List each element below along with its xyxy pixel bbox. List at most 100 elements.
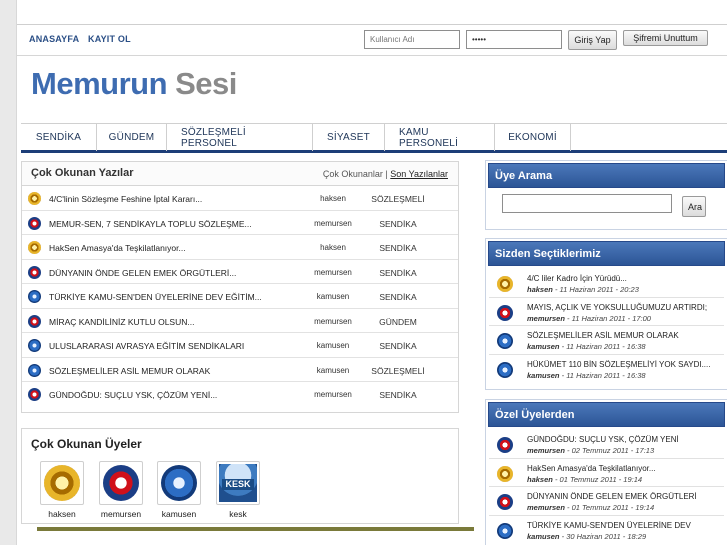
nav-item-ekonomi[interactable]: EKONOMİ — [495, 124, 571, 151]
special-title[interactable]: HakSen Amasya'da Teşkilatlanıyor... — [527, 464, 656, 473]
tab-latest[interactable]: Son Yazılanlar — [390, 169, 448, 179]
post-user[interactable]: memursen — [308, 390, 358, 399]
list-item[interactable]: HakSen Amasya'da Teşkilatlanıyor... hakse… — [22, 235, 458, 260]
member-avatar[interactable]: KESK — [216, 461, 260, 505]
password-input[interactable] — [466, 30, 562, 49]
post-title[interactable]: GÜNDOĞDU: SUÇLU YSK, ÇÖZÜM YENİ... — [49, 390, 217, 400]
pick-user[interactable]: memursen — [527, 314, 565, 323]
member-name[interactable]: kamusen — [157, 509, 201, 519]
post-category[interactable]: GÜNDEM — [367, 317, 429, 327]
special-title[interactable]: TÜRKİYE KAMU-SEN'DEN ÜYELERİNE DEV — [527, 521, 691, 530]
post-category[interactable]: SENDİKA — [367, 341, 429, 351]
post-user[interactable]: haksen — [308, 194, 358, 203]
kesk-badge-text: KESK — [222, 479, 254, 490]
post-title[interactable]: MİRAÇ KANDİLİNİZ KUTLU OLSUN... — [49, 317, 194, 327]
post-title[interactable]: 4/C'linin Sözleşme Feshine İptal Kararı.… — [49, 194, 202, 204]
post-category[interactable]: SENDİKA — [367, 219, 429, 229]
special-date: - 01 Temmuz 2011 - 19:14 — [552, 474, 643, 484]
list-item[interactable]: HÜKÜMET 110 BİN SÖZLEŞMELİYİ YOK SAYDI..… — [489, 355, 724, 384]
list-item[interactable]: MİRAÇ KANDİLİNİZ KUTLU OLSUN... memursen G… — [22, 309, 458, 333]
special-meta: kamusen - 30 Haziran 2011 - 18:29 — [527, 532, 646, 541]
list-item[interactable]: 4/C'linin Sözleşme Feshine İptal Kararı.… — [22, 186, 458, 211]
post-title[interactable]: DÜNYANIN ÖNDE GELEN EMEK ÖRGÜTLERİ... — [49, 268, 236, 278]
memursen-logo-icon — [28, 216, 41, 230]
pick-meta: kamusen - 11 Haziran 2011 - 16:38 — [527, 371, 646, 380]
list-item[interactable]: SÖZLEŞMELİLER ASİL MEMUR OLARAK kamusen SÖ… — [22, 358, 458, 382]
post-title[interactable]: TÜRKİYE KAMU-SEN'DEN ÜYELERİNE DEV EĞİTİ… — [49, 292, 262, 302]
member-card[interactable]: haksen — [40, 461, 84, 519]
login-button[interactable]: Giriş Yap — [568, 30, 617, 50]
member-name[interactable]: kesk — [216, 509, 260, 519]
home-link[interactable]: ANASAYFA — [29, 34, 79, 44]
nav-item-sozlesmeli-personel[interactable]: SÖZLEŞMELİ PERSONEL — [167, 124, 313, 151]
memursen-logo-icon — [497, 304, 513, 321]
post-category[interactable]: SENDİKA — [367, 268, 429, 278]
special-title[interactable]: GÜNDOĞDU: SUÇLU YSK, ÇÖZÜM YENİ — [527, 435, 679, 444]
post-category[interactable]: SÖZLEŞMELİ — [367, 194, 429, 204]
popular-posts-title: Çok Okunan Yazılar — [31, 167, 134, 179]
top-bar: ANASAYFA KAYIT OL Giriş Yap Şifremi Unut… — [17, 24, 727, 56]
list-item[interactable]: SÖZLEŞMELİLER ASİL MEMUR OLARAK kamusen -… — [489, 326, 724, 355]
page: ANASAYFA KAYIT OL Giriş Yap Şifremi Unut… — [16, 0, 727, 545]
nav-item-siyaset[interactable]: SİYASET — [313, 124, 385, 151]
post-title[interactable]: MEMUR-SEN, 7 SENDİKAYLA TOPLU SÖZLEŞME..… — [49, 219, 252, 229]
post-user[interactable]: memursen — [308, 219, 358, 228]
register-link[interactable]: KAYIT OL — [88, 34, 131, 44]
post-user[interactable]: haksen — [308, 243, 358, 252]
username-input[interactable] — [364, 30, 460, 49]
post-category[interactable]: SENDİKA — [367, 292, 429, 302]
list-item[interactable]: TÜRKİYE KAMU-SEN'DEN ÜYELERİNE DEV EĞİTİ… — [22, 284, 458, 309]
tab-most-read[interactable]: Çok Okunanlar — [323, 169, 383, 179]
special-user[interactable]: memursen — [527, 446, 565, 455]
pick-title[interactable]: SÖZLEŞMELİLER ASİL MEMUR OLARAK — [527, 331, 679, 340]
list-item[interactable]: DÜNYANIN ÖNDE GELEN EMEK ÖRGÜTLERİ memurs… — [489, 487, 724, 516]
post-category[interactable]: SÖZLEŞMELİ — [367, 366, 429, 376]
pick-user[interactable]: kamusen — [527, 371, 560, 380]
member-name[interactable]: haksen — [40, 509, 84, 519]
special-date: - 30 Haziran 2011 - 18:29 — [559, 531, 647, 541]
member-search-button[interactable]: Ara — [682, 196, 706, 217]
post-user[interactable]: memursen — [308, 268, 358, 277]
pick-user[interactable]: kamusen — [527, 342, 560, 351]
pick-title[interactable]: 4/C liler Kadro İçin Yürüdü... — [527, 274, 627, 283]
special-user[interactable]: haksen — [527, 475, 553, 484]
nav-item-kamu-personeli[interactable]: KAMU PERSONELİ — [385, 124, 495, 151]
nav-item-sendika[interactable]: SENDİKA — [21, 124, 97, 151]
post-user[interactable]: kamusen — [308, 341, 358, 350]
member-search-input[interactable] — [502, 194, 672, 213]
pick-user[interactable]: haksen — [527, 285, 553, 294]
site-logo[interactable]: Memurun Sesi — [31, 66, 237, 102]
member-card[interactable]: KESK kesk — [216, 461, 260, 519]
member-name[interactable]: memursen — [99, 509, 143, 519]
post-user[interactable]: memursen — [308, 317, 358, 326]
list-item[interactable]: DÜNYANIN ÖNDE GELEN EMEK ÖRGÜTLERİ... mem… — [22, 260, 458, 284]
special-title[interactable]: DÜNYANIN ÖNDE GELEN EMEK ÖRGÜTLERİ — [527, 492, 697, 501]
list-item[interactable]: GÜNDOĞDU: SUÇLU YSK, ÇÖZÜM YENİ... memurs… — [22, 382, 458, 407]
list-item[interactable]: 4/C liler Kadro İçin Yürüdü... haksen - 1… — [489, 269, 724, 298]
list-item[interactable]: MEMUR-SEN, 7 SENDİKAYLA TOPLU SÖZLEŞME..… — [22, 211, 458, 235]
member-card[interactable]: memursen — [99, 461, 143, 519]
special-user[interactable]: kamusen — [527, 532, 560, 541]
member-avatar[interactable] — [157, 461, 201, 505]
post-category[interactable]: SENDİKA — [367, 390, 429, 400]
pick-title[interactable]: HÜKÜMET 110 BİN SÖZLEŞMELİYİ YOK SAYDI..… — [527, 360, 710, 369]
pick-title[interactable]: MAYIS, AÇLIK VE YOKSULLUĞUMUZU ARTIRDI; — [527, 303, 707, 312]
post-user[interactable]: kamusen — [308, 366, 358, 375]
special-user[interactable]: memursen — [527, 503, 565, 512]
list-item[interactable]: GÜNDOĞDU: SUÇLU YSK, ÇÖZÜM YENİ memursen … — [489, 430, 724, 459]
member-card[interactable]: kamusen — [157, 461, 201, 519]
list-item[interactable]: HakSen Amasya'da Teşkilatlanıyor... hakse… — [489, 459, 724, 487]
post-title[interactable]: SÖZLEŞMELİLER ASİL MEMUR OLARAK — [49, 366, 210, 376]
member-avatar[interactable] — [40, 461, 84, 505]
post-title[interactable]: ULUSLARARASI AVRASYA EĞİTİM SENDİKALARI — [49, 341, 244, 351]
list-item[interactable]: ULUSLARARASI AVRASYA EĞİTİM SENDİKALARI k… — [22, 333, 458, 358]
post-user[interactable]: kamusen — [308, 292, 358, 301]
post-title[interactable]: HakSen Amasya'da Teşkilatlanıyor... — [49, 243, 186, 253]
post-category[interactable]: SENDİKA — [367, 243, 429, 253]
member-avatar[interactable] — [99, 461, 143, 505]
list-item[interactable]: MAYIS, AÇLIK VE YOKSULLUĞUMUZU ARTIRDI; m… — [489, 298, 724, 326]
forgot-password-button[interactable]: Şifremi Unuttum — [623, 30, 708, 46]
pick-date: - 11 Haziran 2011 - 17:00 — [564, 313, 651, 323]
nav-item-gundem[interactable]: GÜNDEM — [97, 124, 167, 151]
list-item[interactable]: TÜRKİYE KAMU-SEN'DEN ÜYELERİNE DEV kamuse… — [489, 516, 724, 545]
